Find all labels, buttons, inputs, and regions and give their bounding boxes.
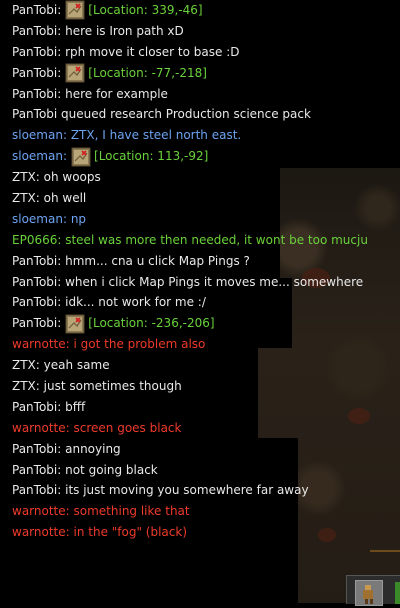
- chat-separator: :: [57, 3, 62, 17]
- chat-text: ZTX, I have steel north east.: [67, 128, 242, 143]
- chat-text: in the "fog" (black): [69, 525, 188, 540]
- chat-text: something like that: [69, 504, 190, 519]
- chat-text: not going black: [61, 462, 158, 477]
- chat-text: here is Iron path xD: [61, 23, 184, 38]
- map-ping-icon[interactable]: [65, 314, 85, 334]
- chat-username: PanTobi: [12, 295, 58, 310]
- chat-username: PanTobi: [12, 23, 58, 38]
- map-ping-location-link[interactable]: [Location: -77,-218]: [88, 63, 207, 84]
- chat-message: PanTobi: hmm... cna u click Map Pings ?: [12, 251, 392, 272]
- chat-username: ZTX: [12, 170, 36, 185]
- chat-text: screen goes black: [69, 420, 182, 435]
- chat-message: ZTX: just sometimes though: [12, 376, 392, 397]
- chat-username: warnotte: [12, 525, 66, 540]
- chat-username: PanTobi: [12, 462, 58, 477]
- chat-text: here for example: [61, 86, 168, 101]
- chat-text: its just moving you somewhere far away: [61, 483, 309, 498]
- weapon-slot-icon: [363, 585, 373, 604]
- chat-message: PanTobi queued research Production scien…: [12, 104, 392, 125]
- chat-text: when i click Map Pings it moves me... so…: [61, 274, 364, 289]
- chat-text: oh woops: [39, 170, 101, 185]
- chat-separator: :: [62, 149, 68, 164]
- chat-username: PanTobi: [12, 3, 58, 17]
- chat-message: warnotte: something like that: [12, 501, 392, 522]
- map-ping-location-link[interactable]: [Location: 339,-46]: [88, 0, 202, 21]
- chat-text: hmm... cna u click Map Pings ?: [61, 253, 250, 268]
- chat-message: PanTobi: [Location: -236,-206]: [12, 313, 392, 334]
- chat-message: PanTobi: idk... not work for me :/: [12, 292, 392, 313]
- chat-username: ZTX: [12, 379, 36, 394]
- chat-text: annoying: [61, 441, 121, 456]
- chat-message: warnotte: in the "fog" (black): [12, 522, 392, 543]
- chat-username: sloeman: [12, 149, 63, 164]
- chat-message: warnotte: i got the problem also: [12, 334, 392, 355]
- chat-username: warnotte: [12, 504, 66, 519]
- chat-username: ZTX: [12, 191, 36, 206]
- chat-message: sloeman: ZTX, I have steel north east.: [12, 125, 392, 146]
- chat-message: PanTobi: bfff: [12, 397, 392, 418]
- chat-message: ZTX: oh woops: [12, 167, 392, 188]
- chat-message: PanTobi: not going black: [12, 460, 392, 481]
- chat-username: sloeman: [12, 128, 63, 143]
- chat-message: warnotte: screen goes black: [12, 418, 392, 439]
- chat-username: PanTobi: [12, 316, 58, 331]
- chat-message: PanTobi: [Location: -77,-218]: [12, 63, 392, 84]
- map-belt-line: [370, 550, 400, 552]
- quickbar-slot[interactable]: [355, 580, 383, 606]
- quickbar-slot-edge: [395, 582, 400, 604]
- quickbar: [346, 575, 400, 606]
- chat-message: sloeman: [Location: 113,-92]: [12, 146, 392, 167]
- chat-username: PanTobi: [12, 86, 58, 101]
- chat-text: yeah same: [39, 358, 110, 373]
- chat-text: idk... not work for me :/: [61, 295, 206, 310]
- chat-username: warnotte: [12, 337, 66, 352]
- chat-username: EP0666: [12, 232, 58, 247]
- chat-text: rph move it closer to base :D: [61, 44, 240, 59]
- chat-system-text: PanTobi queued research Production scien…: [12, 107, 311, 122]
- chat-text: steel was more then needed, it wont be t…: [61, 232, 368, 247]
- chat-username: warnotte: [12, 420, 66, 435]
- chat-username: PanTobi: [12, 274, 58, 289]
- chat-message: ZTX: oh well: [12, 188, 392, 209]
- chat-username: PanTobi: [12, 399, 58, 414]
- map-ping-icon[interactable]: [65, 0, 85, 20]
- chat-text: just sometimes though: [39, 379, 182, 394]
- chat-message: PanTobi: here is Iron path xD: [12, 21, 392, 42]
- chat-message: PanTobi: rph move it closer to base :D: [12, 42, 392, 63]
- chat-text: np: [67, 211, 87, 226]
- chat-message: ZTX: yeah same: [12, 355, 392, 376]
- chat-message: PanTobi: when i click Map Pings it moves…: [12, 272, 392, 293]
- chat-username: PanTobi: [12, 441, 58, 456]
- chat-separator: :: [57, 65, 62, 80]
- map-ping-icon[interactable]: [65, 63, 85, 83]
- chat-message: PanTobi: here for example: [12, 84, 392, 105]
- chat-text: bfff: [61, 399, 86, 414]
- chat-text: i got the problem also: [69, 337, 206, 352]
- map-ping-location-link[interactable]: [Location: -236,-206]: [88, 313, 214, 334]
- chat-message: EP0666: steel was more then needed, it w…: [12, 230, 392, 251]
- chat-username: sloeman: [12, 211, 63, 226]
- chat-message: PanTobi: its just moving you somewhere f…: [12, 480, 392, 501]
- chat-message: PanTobi: [Location: 339,-46]: [12, 0, 392, 21]
- chat-username: PanTobi: [12, 253, 58, 268]
- chat-message: sloeman: np: [12, 209, 392, 230]
- chat-separator: :: [57, 316, 62, 331]
- chat-message: PanTobi: annoying: [12, 439, 392, 460]
- chat-username: ZTX: [12, 358, 36, 373]
- map-ping-location-link[interactable]: [Location: 113,-92]: [94, 146, 208, 167]
- chat-username: PanTobi: [12, 483, 58, 498]
- map-ping-icon[interactable]: [71, 147, 91, 167]
- chat-username: PanTobi: [12, 44, 58, 59]
- chat-username: PanTobi: [12, 65, 58, 80]
- chat-log: PanTobi: [Location: 339,-46] PanTobi: here…: [12, 0, 392, 543]
- chat-text: oh well: [39, 191, 87, 206]
